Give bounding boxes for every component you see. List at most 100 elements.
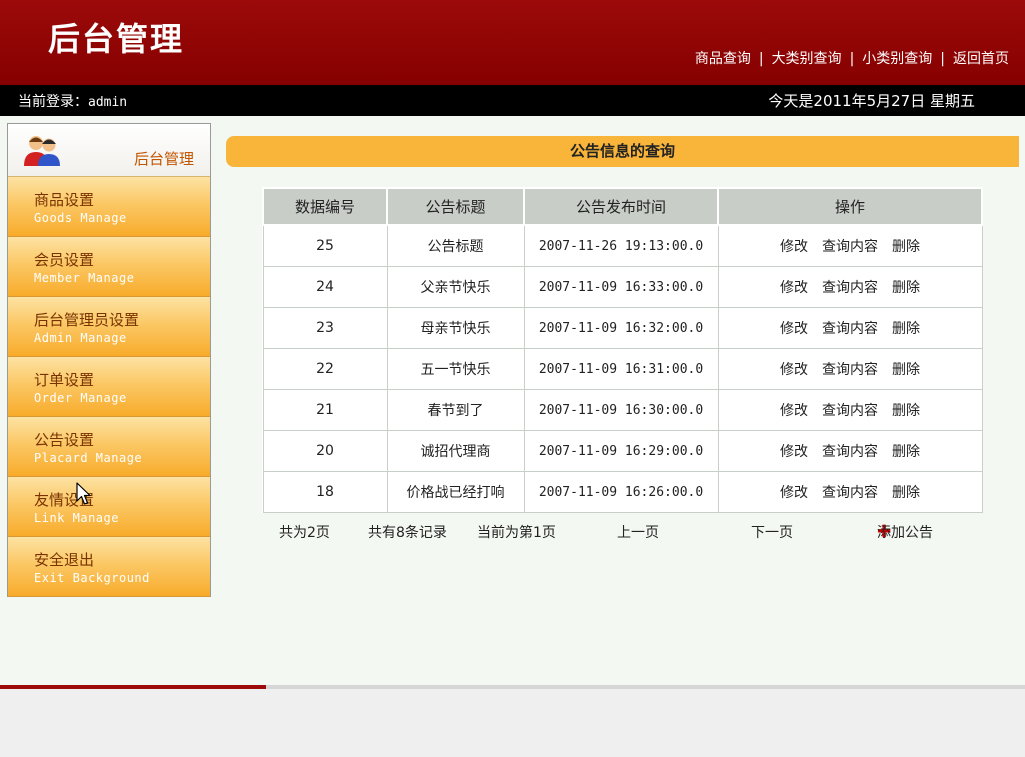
column-header-id: 数据编号 bbox=[262, 187, 388, 226]
add-notice-label: 添加公告 bbox=[877, 525, 933, 541]
table-row: 18 价格战已经打响 2007-11-09 16:26:00.0 修改 查询内容删… bbox=[262, 471, 983, 513]
total-pages: 共为2页 bbox=[279, 525, 330, 541]
notice-table: 数据编号 公告标题 公告发布时间 操作 25 公告标题 2007-11-26 1… bbox=[262, 187, 983, 513]
view-content-link[interactable]: 查询内容 bbox=[822, 403, 878, 419]
mouse-cursor-icon bbox=[76, 482, 91, 505]
cell-id: 25 bbox=[262, 224, 388, 267]
sidebar-item-label: 会员设置 bbox=[34, 251, 95, 269]
nav-separator: | bbox=[940, 51, 945, 67]
sidebar-item-sublabel: Link Manage bbox=[34, 511, 119, 525]
nav-goods-query[interactable]: 商品查询 bbox=[695, 51, 751, 67]
cell-time: 2007-11-09 16:32:00.0 bbox=[523, 307, 719, 349]
sidebar: 后台管理 商品设置 Goods Manage 会员设置 Member Manag… bbox=[7, 123, 211, 597]
sidebar-title: 后台管理 bbox=[133, 150, 194, 168]
delete-link[interactable]: 删除 bbox=[892, 485, 920, 501]
cell-actions: 修改 查询内容 删除 bbox=[717, 224, 983, 267]
edit-link[interactable]: 修改 bbox=[780, 239, 808, 255]
cell-id: 21 bbox=[262, 389, 388, 431]
login-status: 当前登录：admin bbox=[18, 91, 127, 111]
brand-logo: 后台管理 bbox=[48, 20, 185, 58]
table-row: 22 五一节快乐 2007-11-09 16:31:00.0 修改 查询内容 删除 bbox=[262, 348, 983, 390]
cell-time: 2007-11-09 16:30:00.0 bbox=[523, 389, 719, 431]
users-icon bbox=[24, 136, 60, 166]
sidebar-item-label: 公告设置 bbox=[34, 431, 95, 449]
pagination: 共为2页 共有8条记录 当前为第1页 上一页 下一页 ✚ 添加公告 bbox=[279, 522, 969, 544]
delete-link[interactable]: 删除 bbox=[892, 280, 920, 296]
cell-title: 母亲节快乐 bbox=[386, 307, 525, 349]
sidebar-item-member[interactable]: 会员设置 Member Manage bbox=[8, 237, 210, 297]
nav-separator: | bbox=[758, 51, 764, 67]
total-records: 共有8条记录 bbox=[368, 525, 447, 541]
sidebar-item-label: 安全退出 bbox=[34, 551, 95, 569]
sidebar-item-label: 订单设置 bbox=[34, 371, 95, 389]
view-content-link[interactable]: 查询内容 bbox=[822, 321, 878, 337]
sidebar-item-sublabel: Exit Background bbox=[34, 571, 150, 585]
sidebar-header: 后台管理 bbox=[8, 124, 210, 177]
footer-divider-gray bbox=[266, 685, 1025, 689]
sidebar-item-link[interactable]: 友情设置 Link Manage bbox=[8, 477, 210, 537]
column-header-time: 公告发布时间 bbox=[523, 187, 719, 226]
cell-id: 24 bbox=[262, 266, 388, 308]
nav-subcategory-query[interactable]: 小类别查询 bbox=[862, 51, 932, 67]
sidebar-item-label: 商品设置 bbox=[34, 191, 95, 209]
cell-id: 20 bbox=[262, 430, 388, 472]
header: 后台管理 商品查询 | 大类别查询 | 小类别查询 | 返回首页 bbox=[0, 0, 1025, 85]
sidebar-item-exit[interactable]: 安全退出 Exit Background bbox=[8, 537, 210, 597]
nav-category-query[interactable]: 大类别查询 bbox=[772, 51, 842, 67]
edit-link[interactable]: 修改 bbox=[780, 280, 808, 296]
login-user: admin bbox=[88, 95, 128, 110]
cell-actions: 修改 查询内容 删除 bbox=[717, 307, 983, 349]
info-bar: 当前登录：admin 今天是2011年5月27日 星期五 bbox=[0, 85, 1025, 116]
delete-link[interactable]: 删除 bbox=[892, 444, 920, 460]
column-header-title: 公告标题 bbox=[386, 187, 525, 226]
sidebar-item-sublabel: Placard Manage bbox=[34, 451, 143, 465]
cell-title: 公告标题 bbox=[386, 224, 525, 267]
view-content-link[interactable]: 查询内容 bbox=[822, 280, 878, 296]
view-content-link[interactable]: 查询内容 bbox=[822, 444, 878, 460]
cell-time: 2007-11-09 16:26:00.0 bbox=[523, 471, 719, 513]
next-page-link[interactable]: 下一页 bbox=[751, 522, 793, 542]
delete-link[interactable]: 删除 bbox=[892, 321, 920, 337]
table-row: 25 公告标题 2007-11-26 19:13:00.0 修改 查询内容 删除 bbox=[262, 224, 983, 267]
cell-time: 2007-11-26 19:13:00.0 bbox=[523, 224, 719, 267]
table-header-row: 数据编号 公告标题 公告发布时间 操作 bbox=[262, 187, 983, 226]
view-content-link[interactable]: 查询内容 bbox=[822, 485, 878, 501]
nav-separator: | bbox=[849, 51, 855, 67]
table-row: 24 父亲节快乐 2007-11-09 16:33:00.0 修改 查询内容 删除 bbox=[262, 266, 983, 308]
edit-link[interactable]: 修改 bbox=[780, 485, 808, 501]
sidebar-item-admin[interactable]: 后台管理员设置 Admin Manage bbox=[8, 297, 210, 357]
cell-id: 23 bbox=[262, 307, 388, 349]
nav-home[interactable]: 返回首页 bbox=[953, 51, 1009, 67]
top-nav: 商品查询 | 大类别查询 | 小类别查询 | 返回首页 bbox=[695, 48, 1009, 68]
column-header-actions: 操作 bbox=[717, 187, 983, 226]
view-content-link[interactable]: 查询内容 bbox=[822, 362, 878, 378]
cell-actions: 修改 查询内容 删除 bbox=[717, 389, 983, 431]
footer-divider-red bbox=[0, 685, 266, 689]
sidebar-item-sublabel: Order Manage bbox=[34, 391, 127, 405]
delete-link[interactable]: 删除 bbox=[892, 239, 920, 255]
edit-link[interactable]: 修改 bbox=[780, 403, 808, 419]
edit-link[interactable]: 修改 bbox=[780, 444, 808, 460]
edit-link[interactable]: 修改 bbox=[780, 321, 808, 337]
sidebar-item-placard[interactable]: 公告设置 Placard Manage bbox=[8, 417, 210, 477]
cell-id: 22 bbox=[262, 348, 388, 390]
page-title: 公告信息的查询 bbox=[226, 136, 1019, 167]
table-row: 21 春节到了 2007-11-09 16:30:00.0 修改 查询内容 删除 bbox=[262, 389, 983, 431]
edit-link[interactable]: 修改 bbox=[780, 362, 808, 378]
sidebar-item-goods[interactable]: 商品设置 Goods Manage bbox=[8, 177, 210, 237]
sidebar-item-order[interactable]: 订单设置 Order Manage bbox=[8, 357, 210, 417]
cell-title: 春节到了 bbox=[386, 389, 525, 431]
view-content-link[interactable]: 查询内容 bbox=[822, 239, 878, 255]
delete-link[interactable]: 删除 bbox=[892, 362, 920, 378]
cell-title: 五一节快乐 bbox=[386, 348, 525, 390]
current-page: 当前为第1页 bbox=[477, 525, 556, 541]
cell-actions: 修改 查询内容 删除 bbox=[717, 348, 983, 390]
prev-page-link[interactable]: 上一页 bbox=[617, 522, 659, 542]
delete-link[interactable]: 删除 bbox=[892, 403, 920, 419]
cell-actions: 修改 查询内容 删除 bbox=[717, 266, 983, 308]
cell-title: 诚招代理商 bbox=[386, 430, 525, 472]
cell-time: 2007-11-09 16:29:00.0 bbox=[523, 430, 719, 472]
table-row: 20 诚招代理商 2007-11-09 16:29:00.0 修改 查询内容 删除 bbox=[262, 430, 983, 472]
sidebar-item-sublabel: Goods Manage bbox=[34, 211, 127, 225]
sidebar-item-label: 后台管理员设置 bbox=[34, 311, 140, 329]
